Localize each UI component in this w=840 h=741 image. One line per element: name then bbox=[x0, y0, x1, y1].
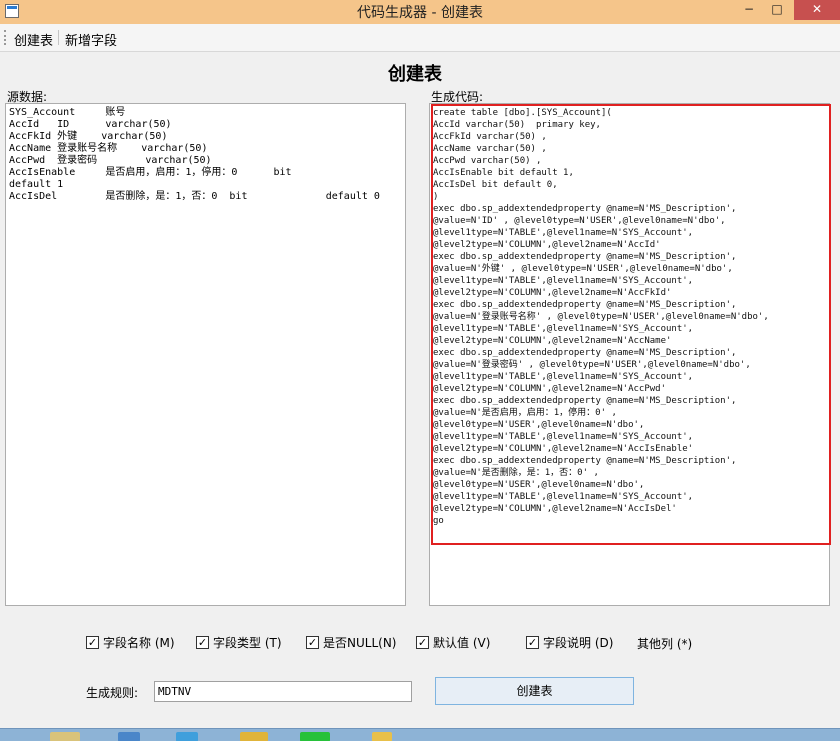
menu-item-create-table[interactable]: 创建表 bbox=[14, 30, 53, 49]
menu-grip-icon bbox=[4, 30, 7, 45]
checkbox-field-type[interactable]: ✓ 字段类型 (T) bbox=[196, 634, 282, 651]
title-bar: 代码生成器 - 创建表 − □ ✕ bbox=[0, 0, 840, 24]
highlight-annotation-box bbox=[431, 104, 831, 545]
maximize-button[interactable]: □ bbox=[764, 0, 790, 20]
menu-separator bbox=[58, 30, 59, 45]
checkbox-label: 默认值 (V) bbox=[433, 636, 491, 650]
checkbox-label: 字段名称 (M) bbox=[103, 636, 175, 650]
checkbox-nullable[interactable]: ✓ 是否NULL(N) bbox=[306, 634, 396, 651]
check-icon: ✓ bbox=[86, 636, 99, 649]
page-title: 创建表 bbox=[388, 64, 442, 85]
ie-icon[interactable] bbox=[176, 732, 198, 741]
check-icon: ✓ bbox=[526, 636, 539, 649]
source-data-textarea[interactable]: SYS_Account 账号 AccId ID varchar(50) AccF… bbox=[5, 103, 406, 606]
chrome-icon[interactable] bbox=[240, 732, 268, 741]
checkbox-label: 是否NULL(N) bbox=[323, 636, 397, 650]
checkbox-label: 字段类型 (T) bbox=[213, 636, 282, 650]
taskbar bbox=[0, 728, 840, 741]
generation-rule-input[interactable]: MDTNV bbox=[154, 681, 412, 702]
browser-icon[interactable] bbox=[118, 732, 140, 741]
checkbox-default-value[interactable]: ✓ 默认值 (V) bbox=[416, 634, 490, 651]
file-explorer-icon[interactable] bbox=[50, 732, 80, 741]
menu-bar: 创建表 新增字段 bbox=[0, 24, 840, 52]
check-icon: ✓ bbox=[306, 636, 319, 649]
check-icon: ✓ bbox=[416, 636, 429, 649]
minimize-button[interactable]: − bbox=[736, 0, 762, 20]
checkbox-field-name[interactable]: ✓ 字段名称 (M) bbox=[86, 634, 175, 651]
other-columns-label: 其他列 (*) bbox=[637, 637, 693, 651]
close-button[interactable]: ✕ bbox=[794, 0, 840, 20]
menu-item-add-field[interactable]: 新增字段 bbox=[65, 30, 117, 49]
check-icon: ✓ bbox=[196, 636, 209, 649]
checkbox-field-description[interactable]: ✓ 字段说明 (D) bbox=[526, 634, 613, 651]
folder-icon[interactable] bbox=[372, 732, 392, 741]
checkbox-label: 字段说明 (D) bbox=[543, 636, 614, 650]
generation-rule-label: 生成规则: bbox=[86, 686, 139, 700]
window-title: 代码生成器 - 创建表 bbox=[357, 5, 483, 21]
wechat-icon[interactable] bbox=[300, 732, 330, 741]
create-table-button[interactable]: 创建表 bbox=[435, 677, 634, 705]
